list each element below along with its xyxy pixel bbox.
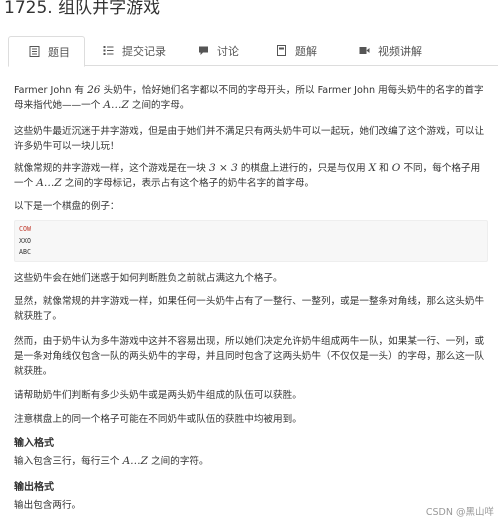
tab-discussion[interactable]: 讨论	[198, 36, 239, 65]
code-line: ABC	[19, 248, 31, 256]
tab-submissions[interactable]: 提交记录	[103, 36, 166, 65]
book-icon	[277, 45, 286, 56]
document-icon	[29, 46, 40, 57]
tab-label: 题目	[48, 45, 70, 59]
watermark: CSDN @黑山咩	[425, 507, 494, 518]
paragraph: 就像常规的井字游戏一样，这个游戏是在一块 3 × 3 的棋盘上进行的，只是与仅用…	[14, 162, 481, 189]
tab-label: 讨论	[217, 44, 239, 58]
code-line: XXO	[19, 236, 31, 245]
tab-solutions[interactable]: 题解	[276, 36, 317, 65]
paragraph: 请帮助奶牛们判断有多少头奶牛或是两头奶牛组成的队伍可以获胜。	[14, 390, 302, 401]
input-format-heading: 输入格式	[14, 438, 54, 449]
input-format-text: 输入包含三行，每行三个 A…Z 之间的字符。	[14, 455, 209, 467]
tab-label: 视频讲解	[378, 44, 422, 58]
paragraph: Farmer John 有 26 头奶牛，恰好她们名字都以不同的字母开头，所以 …	[14, 84, 484, 111]
list-icon	[103, 46, 114, 55]
tab-label: 题解	[295, 44, 317, 58]
paragraph: 注意棋盘上的同一个格子可能在不同奶牛或队伍的获胜中均被用到。	[14, 414, 302, 425]
tab-problem[interactable]: 题目	[8, 36, 85, 67]
code-block: COW XXO ABC	[14, 220, 488, 262]
paragraph: 然而，由于奶牛认为多牛游戏中这并不容易出现，所以她们决定允许奶牛组成两牛一队，如…	[14, 336, 485, 377]
tab-video[interactable]: 视频讲解	[359, 36, 422, 65]
paragraph: 这些奶牛最近沉迷于井字游戏，但是由于她们并不满足只有两头奶牛可以一起玩，她们改编…	[14, 126, 485, 152]
paragraph: 以下是一个棋盘的例子：	[14, 201, 120, 212]
tab-label: 提交记录	[122, 44, 166, 58]
output-format-text: 输出包含两行。	[14, 500, 82, 511]
tab-bar: 题目 提交记录 讨论 题解 视频讲解	[8, 36, 498, 67]
page-title: 1725. 组队井字游戏	[4, 0, 161, 18]
code-line: COW	[19, 225, 31, 233]
paragraph: 显然，就像常规的井字游戏一样，如果任何一头奶牛占有了一整行、一整列，或是一整条对…	[14, 296, 485, 322]
output-format-heading: 输出格式	[14, 482, 54, 493]
paragraph: 这些奶牛会在她们迷惑于如何判断胜负之前就占满这九个格子。	[14, 273, 283, 284]
video-icon	[359, 47, 370, 54]
chat-icon	[199, 46, 208, 55]
